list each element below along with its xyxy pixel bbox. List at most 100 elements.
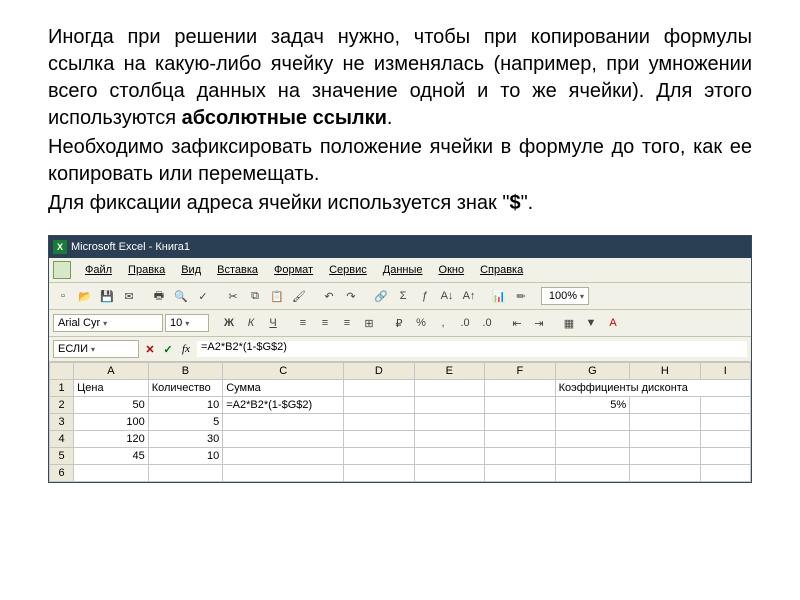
menu-view[interactable]: Вид — [173, 262, 209, 278]
cell[interactable]: 5 — [148, 414, 223, 431]
italic-button[interactable]: К — [241, 313, 261, 333]
cell[interactable]: 10 — [148, 397, 223, 414]
cell[interactable] — [414, 380, 485, 397]
menu-tools[interactable]: Сервис — [321, 262, 375, 278]
cell[interactable] — [555, 448, 630, 465]
cell[interactable] — [700, 397, 750, 414]
cell[interactable] — [223, 414, 344, 431]
underline-button[interactable]: Ч — [263, 313, 283, 333]
cell[interactable]: 120 — [74, 431, 149, 448]
open-icon[interactable]: 📂 — [75, 286, 95, 306]
cell[interactable] — [223, 465, 344, 482]
cut-icon[interactable]: ✂ — [223, 286, 243, 306]
col-header[interactable]: I — [700, 363, 750, 380]
cell[interactable] — [485, 431, 556, 448]
cell[interactable]: 5% — [555, 397, 630, 414]
merge-icon[interactable]: ⊞ — [359, 313, 379, 333]
decrease-indent-icon[interactable]: ⇤ — [507, 313, 527, 333]
menu-window[interactable]: Окно — [431, 262, 473, 278]
undo-icon[interactable]: ↶ — [319, 286, 339, 306]
bold-button[interactable]: Ж — [219, 313, 239, 333]
cell[interactable]: =A2*B2*(1-$G$2) — [223, 397, 344, 414]
new-icon[interactable]: ▫ — [53, 286, 73, 306]
cell[interactable] — [700, 431, 750, 448]
cell[interactable] — [344, 380, 415, 397]
menu-help[interactable]: Справка — [472, 262, 531, 278]
increase-decimal-icon[interactable]: .0 — [455, 313, 475, 333]
col-header[interactable]: H — [630, 363, 701, 380]
spellcheck-icon[interactable]: ✓ — [193, 286, 213, 306]
row-header[interactable]: 2 — [50, 397, 74, 414]
align-left-icon[interactable]: ≡ — [293, 313, 313, 333]
comma-icon[interactable]: , — [433, 313, 453, 333]
col-header[interactable]: F — [485, 363, 556, 380]
cell[interactable] — [630, 465, 701, 482]
col-header[interactable]: D — [344, 363, 415, 380]
cell[interactable] — [344, 465, 415, 482]
chart-icon[interactable]: 📊 — [489, 286, 509, 306]
cell[interactable]: Сумма — [223, 380, 344, 397]
drawing-icon[interactable]: ✏ — [511, 286, 531, 306]
cell[interactable] — [485, 414, 556, 431]
col-header[interactable]: E — [414, 363, 485, 380]
format-painter-icon[interactable]: 🖌 — [289, 286, 309, 306]
row-header[interactable]: 1 — [50, 380, 74, 397]
cell[interactable]: 30 — [148, 431, 223, 448]
cell[interactable] — [223, 448, 344, 465]
autosum-icon[interactable]: Σ — [393, 286, 413, 306]
align-center-icon[interactable]: ≡ — [315, 313, 335, 333]
cell[interactable] — [344, 431, 415, 448]
cell[interactable] — [344, 414, 415, 431]
decrease-decimal-icon[interactable]: .0 — [477, 313, 497, 333]
cell[interactable]: Коэффициенты дисконта — [555, 380, 750, 397]
cell[interactable] — [344, 397, 415, 414]
cell[interactable] — [630, 414, 701, 431]
cell[interactable] — [700, 414, 750, 431]
cell[interactable] — [414, 397, 485, 414]
cell[interactable] — [414, 465, 485, 482]
function-icon[interactable]: ƒ — [415, 286, 435, 306]
enter-icon[interactable]: ✓ — [161, 343, 175, 356]
name-box[interactable]: ЕСЛИ▾ — [53, 340, 139, 358]
row-header[interactable]: 4 — [50, 431, 74, 448]
cell[interactable] — [485, 397, 556, 414]
select-all-corner[interactable] — [50, 363, 74, 380]
copy-icon[interactable]: ⧉ — [245, 286, 265, 306]
paste-icon[interactable]: 📋 — [267, 286, 287, 306]
preview-icon[interactable]: 🔍 — [171, 286, 191, 306]
col-header[interactable]: A — [74, 363, 149, 380]
cell[interactable]: 10 — [148, 448, 223, 465]
percent-icon[interactable]: % — [411, 313, 431, 333]
cell[interactable] — [414, 448, 485, 465]
row-header[interactable]: 6 — [50, 465, 74, 482]
cell[interactable] — [485, 448, 556, 465]
font-color-icon[interactable]: A — [603, 313, 623, 333]
menu-data[interactable]: Данные — [375, 262, 431, 278]
cell[interactable] — [630, 448, 701, 465]
cell[interactable] — [485, 465, 556, 482]
col-header[interactable]: G — [555, 363, 630, 380]
cell[interactable] — [700, 465, 750, 482]
currency-icon[interactable]: ₽ — [389, 313, 409, 333]
cell[interactable] — [555, 465, 630, 482]
fx-icon[interactable]: fx — [179, 343, 193, 355]
sort-asc-icon[interactable]: A↓ — [437, 286, 457, 306]
formula-input[interactable]: =A2*B2*(1-$G$2) — [197, 341, 747, 357]
cell[interactable] — [148, 465, 223, 482]
col-header[interactable]: C — [223, 363, 344, 380]
save-icon[interactable]: 💾 — [97, 286, 117, 306]
cell[interactable]: 100 — [74, 414, 149, 431]
cell[interactable] — [414, 414, 485, 431]
cell[interactable] — [344, 448, 415, 465]
cell[interactable] — [630, 431, 701, 448]
cell[interactable] — [700, 448, 750, 465]
redo-icon[interactable]: ↷ — [341, 286, 361, 306]
menu-insert[interactable]: Вставка — [209, 262, 266, 278]
email-icon[interactable]: ✉ — [119, 286, 139, 306]
hyperlink-icon[interactable]: 🔗 — [371, 286, 391, 306]
cell[interactable]: 50 — [74, 397, 149, 414]
zoom-field[interactable]: 100%▾ — [541, 287, 589, 305]
font-field[interactable]: Arial Cyr▾ — [53, 314, 163, 332]
cell[interactable]: Количество — [148, 380, 223, 397]
cell[interactable]: Цена — [74, 380, 149, 397]
